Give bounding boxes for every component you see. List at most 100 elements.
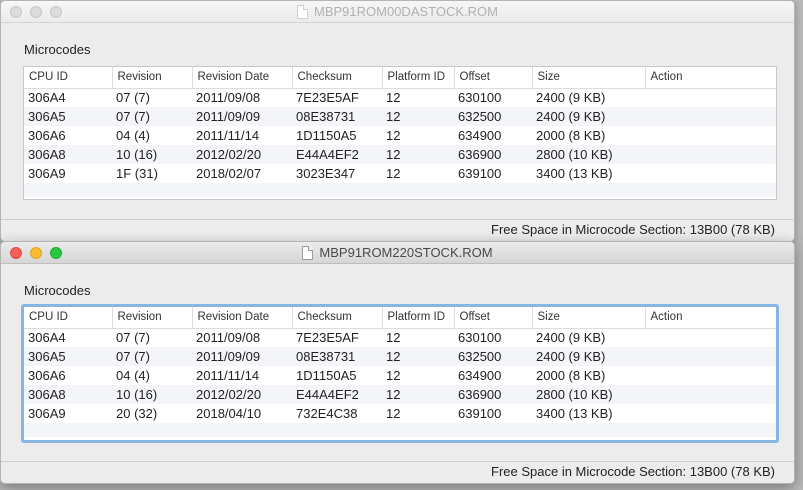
empty-cell (645, 183, 776, 197)
empty-cell (382, 423, 454, 437)
cell-action (645, 107, 776, 126)
cell-offset: 634900 (458, 368, 502, 383)
cell-size: 3400 (13 KB) (536, 166, 613, 181)
cell-checksum: 1D1150A5 (296, 368, 357, 383)
cell-action (645, 126, 776, 145)
cell-action (645, 145, 776, 164)
empty-cell (292, 423, 382, 437)
cell-offset: 639100 (458, 406, 502, 421)
cell-cpu-id: 306A9 (28, 406, 66, 421)
table-row[interactable]: 306A8 10 (16) 2012/02/20 E44A4EF2 12 636900 28… (24, 385, 776, 404)
cell-revision: 1F (31) (116, 166, 158, 181)
cell-platform-id: 12 (382, 145, 454, 164)
cell-platform-id: 12 (386, 128, 401, 143)
cell-revision: 20 (32) (116, 406, 158, 421)
empty-cell (382, 183, 454, 197)
column-header-action[interactable]: Action (645, 67, 776, 89)
title-bar[interactable]: MBP91ROM220STOCK.ROM (1, 242, 794, 264)
cell-platform-id: 12 (386, 406, 401, 421)
cell-action (645, 366, 776, 385)
cell-action (645, 404, 776, 423)
cell-checksum: 3023E347 (296, 166, 356, 181)
column-header-platform-id[interactable]: Platform ID (382, 307, 455, 329)
cell-checksum: E44A4EF2 (292, 145, 382, 164)
column-header-size[interactable]: Size (532, 307, 646, 329)
cell-cpu-id: 306A9 (28, 166, 66, 181)
document-icon (297, 4, 309, 19)
empty-cell (24, 423, 112, 437)
empty-cell (192, 423, 292, 437)
table-row[interactable]: 306A6 04 (4) 2011/11/14 1D1150A5 12 634900 200… (24, 126, 776, 145)
cell-revision-date: 2012/02/20 (192, 385, 292, 404)
cell-offset: 630100 (458, 330, 502, 346)
cell-size: 2000 (8 KB) (536, 368, 606, 383)
microcode-table[interactable]: CPU ID Revision Revision Date Checksum Platf… (21, 304, 779, 443)
section-label: Microcodes (24, 283, 91, 298)
cell-size: 2400 (9 KB) (532, 347, 645, 366)
cell-revision: 04 (4) (116, 368, 150, 383)
window-title-group: MBP91ROM00DASTOCK.ROM (1, 4, 794, 19)
cell-revision: 07 (7) (116, 90, 150, 106)
cell-cpu-id: 306A6 (28, 368, 66, 383)
cell-action (645, 347, 776, 366)
table-row[interactable]: 306A8 10 (16) 2012/02/20 E44A4EF2 12 636900 28… (24, 145, 776, 164)
table-row[interactable]: 306A4 07 (7) 2011/09/08 7E23E5AF 12 630100 240… (24, 328, 776, 347)
table-row[interactable]: 306A5 07 (7) 2011/09/09 08E38731 12 632500 240… (24, 347, 776, 366)
cell-platform-id: 12 (382, 347, 454, 366)
cell-checksum: 732E4C38 (296, 406, 358, 421)
column-header-cpu-id[interactable]: CPU ID (24, 307, 113, 329)
empty-cell (532, 183, 645, 197)
table-header-row: CPU ID Revision Revision Date Checksum Platf… (24, 67, 776, 89)
cell-offset: 630100 (458, 90, 502, 106)
window-top: MBP91ROM00DASTOCK.ROM Microcodes CPU ID R… (0, 0, 795, 242)
cell-revision: 10 (16) (112, 145, 192, 164)
column-header-offset[interactable]: Offset (454, 307, 533, 329)
column-header-revision[interactable]: Revision (112, 307, 193, 329)
empty-cell (292, 183, 382, 197)
section-label: Microcodes (24, 42, 91, 57)
cell-revision: 10 (16) (112, 385, 192, 404)
microcode-table[interactable]: CPU ID Revision Revision Date Checksum Platf… (23, 66, 777, 200)
column-header-revision-date[interactable]: Revision Date (192, 67, 293, 89)
title-bar[interactable]: MBP91ROM00DASTOCK.ROM (1, 1, 794, 23)
column-header-checksum[interactable]: Checksum (292, 307, 383, 329)
cell-revision: 04 (4) (116, 128, 150, 143)
cell-cpu-id: 306A5 (24, 107, 112, 126)
column-header-revision[interactable]: Revision (112, 67, 193, 89)
table-row[interactable]: 306A5 07 (7) 2011/09/09 08E38731 12 632500 240… (24, 107, 776, 126)
cell-size: 2400 (9 KB) (532, 107, 645, 126)
table-row[interactable]: 306A4 07 (7) 2011/09/08 7E23E5AF 12 630100 240… (24, 88, 776, 107)
cell-platform-id: 12 (386, 166, 401, 181)
column-header-action[interactable]: Action (645, 307, 776, 329)
table-header-row: CPU ID Revision Revision Date Checksum Platf… (24, 307, 776, 329)
column-header-checksum[interactable]: Checksum (292, 67, 383, 89)
table-row[interactable]: 306A6 04 (4) 2011/11/14 1D1150A5 12 634900 200… (24, 366, 776, 385)
empty-cell (532, 423, 645, 437)
cell-revision: 07 (7) (112, 347, 192, 366)
cell-action (645, 385, 776, 404)
cell-revision-date: 2011/09/08 (196, 330, 261, 346)
cell-action (645, 328, 776, 347)
table-row[interactable]: 306A9 1F (31) 2018/02/07 3023E347 12 639100 34… (24, 164, 776, 183)
cell-platform-id: 12 (382, 385, 454, 404)
cell-offset: 639100 (458, 166, 502, 181)
cell-cpu-id: 306A4 (28, 90, 66, 106)
cell-action (645, 88, 776, 107)
column-header-platform-id[interactable]: Platform ID (382, 67, 455, 89)
cell-cpu-id: 306A8 (24, 385, 112, 404)
column-header-offset[interactable]: Offset (454, 67, 533, 89)
column-header-revision-date[interactable]: Revision Date (192, 307, 293, 329)
empty-cell (24, 183, 112, 197)
column-header-size[interactable]: Size (532, 67, 646, 89)
empty-row (24, 423, 776, 437)
table-row[interactable]: 306A9 20 (32) 2018/04/10 732E4C38 12 639100 34… (24, 404, 776, 423)
empty-cell (112, 423, 192, 437)
cell-cpu-id: 306A6 (28, 128, 66, 143)
cell-platform-id: 12 (386, 90, 401, 106)
document-icon (302, 245, 314, 260)
free-space-status: Free Space in Microcode Section: 13B00 (… (491, 464, 775, 479)
cell-action (645, 164, 776, 183)
cell-revision-date: 2012/02/20 (192, 145, 292, 164)
cell-revision-date: 2011/09/08 (196, 90, 261, 106)
column-header-cpu-id[interactable]: CPU ID (24, 67, 113, 89)
